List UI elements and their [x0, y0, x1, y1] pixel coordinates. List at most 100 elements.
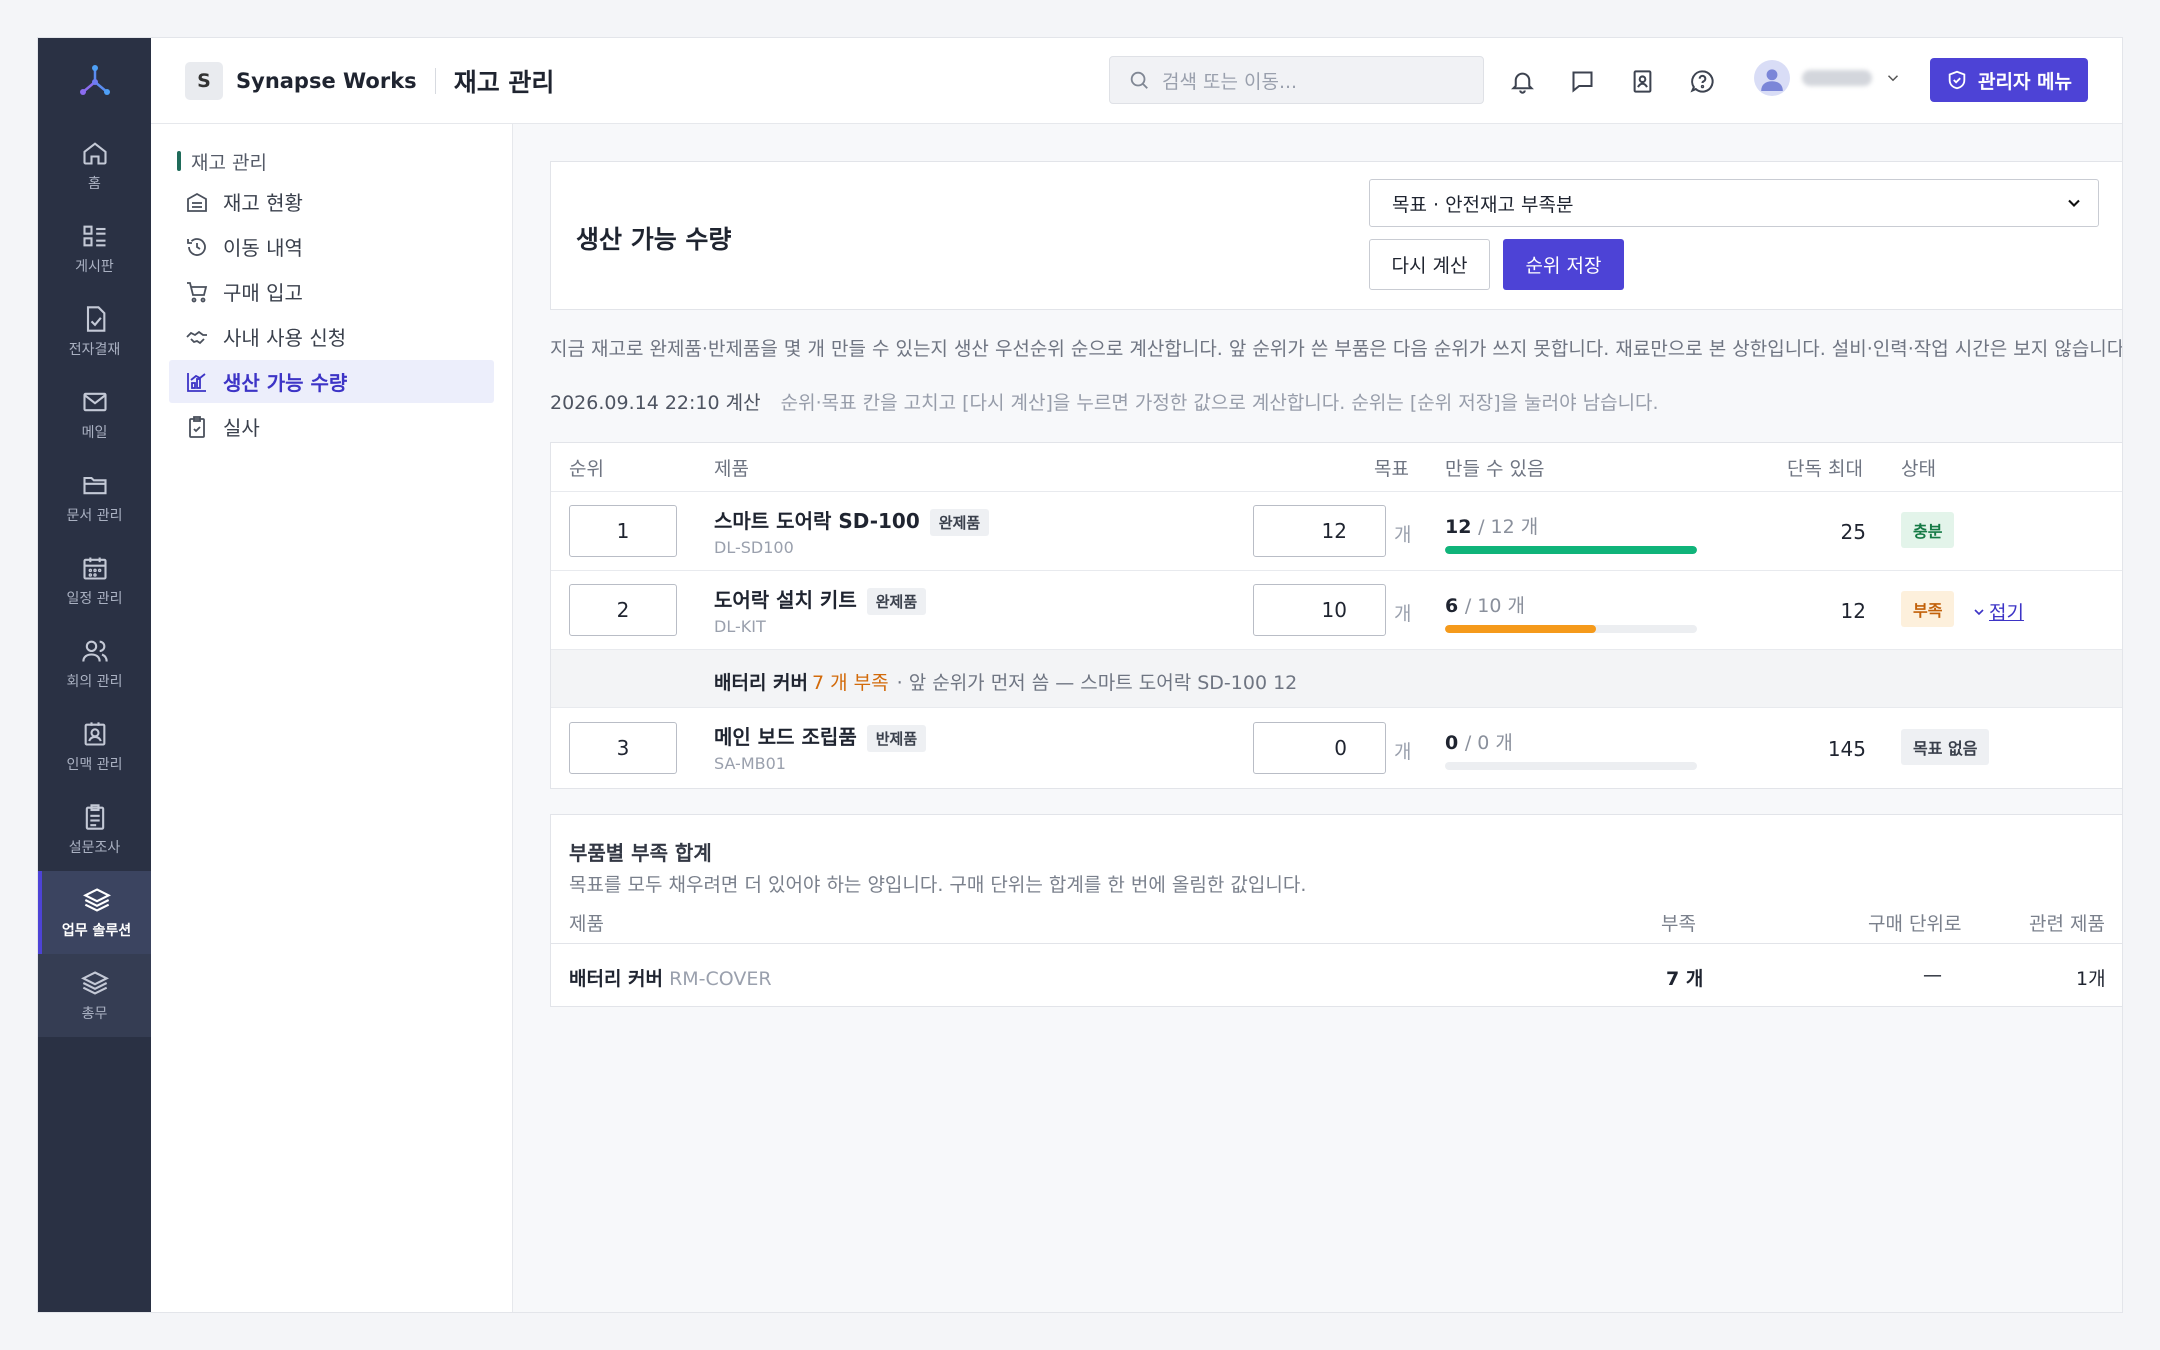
- table-row: 3 메인 보드 조립품 반제품 SA-MB01 0 개 0 / 0 개 145 목…: [551, 707, 2122, 789]
- summary-title: 부품별 부족 합계: [569, 841, 712, 865]
- subnav-item-producible-quantity[interactable]: 생산 가능 수량: [169, 360, 494, 403]
- inventory-subnav: 재고 관리 재고 현황 이동 내역 구매 입고 사내 사용 신청 생산 가능 수…: [151, 124, 513, 1312]
- summary-purchase-value: —: [1923, 964, 1942, 986]
- nav-item-label: 메일: [81, 424, 108, 441]
- admin-menu-button[interactable]: 관리자 메뉴: [1929, 58, 2088, 102]
- status-badge: 부족: [1901, 591, 1955, 627]
- target-unit: 개: [1394, 524, 1412, 546]
- summary-header-related: 관련 제품: [2029, 913, 2105, 935]
- status-badge: 목표 없음: [1901, 729, 1990, 765]
- main-nav-rail: 홈 게시판 전자결재 메일 문서 관리 일정 관리 회의 관리 인맥 관리 설문…: [38, 38, 151, 1312]
- product-name: 스마트 도어락 SD-100 완제품: [714, 505, 990, 536]
- chevron-down-icon: [1974, 608, 1984, 615]
- producible-table: 순위 제품 목표 만들 수 있음 단독 최대 상태 1 스마트 도어락 SD-1…: [550, 442, 2122, 789]
- summary-part-name: 배터리 커버: [569, 968, 664, 990]
- app-logo-icon: [79, 65, 110, 95]
- cart-icon: [187, 281, 208, 302]
- page-description: 지금 재고로 완제품·반제품을 몇 개 만들 수 있는지 생산 우선순위 순으로…: [550, 338, 2123, 360]
- nav-item-approval[interactable]: 전자결재: [38, 290, 151, 373]
- select-value: 목표 · 안전재고 부족분: [1392, 193, 1574, 216]
- subnav-item-stock-status[interactable]: 재고 현황: [169, 180, 494, 223]
- nav-item-mail[interactable]: 메일: [38, 373, 151, 456]
- target-input[interactable]: 10: [1253, 584, 1386, 636]
- progress-fill: [1445, 546, 1697, 554]
- subnav-item-label: 이동 내역: [223, 236, 303, 260]
- contacts-button[interactable]: [1624, 61, 1660, 101]
- nav-item-business-solution[interactable]: 업무 솔루션: [38, 871, 151, 954]
- solo-max-value: 145: [1827, 737, 1866, 761]
- product-type-tag: 반제품: [866, 725, 927, 752]
- contact-icon: [84, 721, 105, 746]
- rank-input[interactable]: 3: [569, 722, 677, 774]
- can-make-count: 0: [1445, 732, 1459, 754]
- shortage-part-name: 배터리 커버: [714, 672, 809, 694]
- calculation-basis-select[interactable]: 목표 · 안전재고 부족분: [1369, 179, 2099, 227]
- nav-item-label: 업무 솔루션: [61, 922, 132, 939]
- product-code: DL-SD100: [714, 538, 794, 557]
- target-unit: 개: [1394, 741, 1412, 763]
- summary-header-short: 부족: [1661, 913, 1696, 935]
- subnav-title-marker: [177, 151, 181, 171]
- messages-button[interactable]: [1564, 61, 1600, 101]
- recalculate-button[interactable]: 다시 계산: [1369, 239, 1490, 290]
- collapse-toggle[interactable]: 접기: [1971, 598, 2024, 625]
- nav-item-meetings[interactable]: 회의 관리: [38, 622, 151, 705]
- target-unit: 개: [1394, 603, 1412, 625]
- can-make-of: / 0 개: [1464, 732, 1513, 754]
- survey-icon: [85, 803, 104, 830]
- subnav-item-internal-use-request[interactable]: 사내 사용 신청: [169, 315, 494, 358]
- subnav-item-movement-history[interactable]: 이동 내역: [169, 225, 494, 268]
- save-rank-button[interactable]: 순위 저장: [1503, 239, 1624, 290]
- can-make-of: / 10 개: [1464, 595, 1525, 617]
- layers-icon: [82, 887, 111, 912]
- shortage-note: · 앞 순위가 먼저 씀 — 스마트 도어락 SD-100 12: [896, 672, 1298, 694]
- column-header-target: 목표: [1374, 458, 1409, 480]
- column-header-can-make: 만들 수 있음: [1445, 458, 1545, 480]
- bell-icon: [1510, 72, 1534, 94]
- table-row: 2 도어락 설치 키트 완제품 DL-KIT 10 개 6 / 10 개 12 부…: [551, 570, 2122, 649]
- solo-max-value: 25: [1840, 520, 1866, 544]
- chart-icon: [187, 372, 206, 392]
- can-make-value: 6 / 10 개: [1445, 591, 1525, 618]
- summary-row: 배터리 커버 RM-COVER 7 개 — 1개: [551, 943, 2122, 1007]
- user-menu[interactable]: [1754, 60, 1902, 96]
- org-name[interactable]: Synapse Works: [236, 69, 417, 93]
- summary-description: 목표를 모두 채우려면 더 있어야 하는 양입니다. 구매 단위는 합계를 한 …: [569, 874, 1307, 896]
- column-header-product: 제품: [714, 458, 749, 480]
- admin-menu-label: 관리자 메뉴: [1977, 70, 2072, 93]
- can-make-count: 12: [1445, 516, 1472, 538]
- producible-header-card: 생산 가능 수량 목표 · 안전재고 부족분 다시 계산 순위 저장: [550, 161, 2122, 310]
- target-input[interactable]: 12: [1253, 505, 1386, 557]
- target-input[interactable]: 0: [1253, 722, 1386, 774]
- nav-item-general-affairs[interactable]: 총무: [38, 954, 151, 1037]
- product-code: SA-MB01: [714, 754, 786, 773]
- calendar-icon: [82, 557, 107, 580]
- can-make-value: 12 / 12 개: [1445, 512, 1538, 539]
- history-icon: [187, 237, 206, 256]
- app-logo[interactable]: [38, 38, 151, 124]
- subnav-item-stocktaking[interactable]: 실사: [169, 405, 494, 448]
- help-button[interactable]: [1684, 61, 1720, 101]
- nav-item-home[interactable]: 홈: [38, 124, 151, 207]
- nav-item-survey[interactable]: 설문조사: [38, 788, 151, 871]
- subnav-item-purchase-receiving[interactable]: 구매 입고: [169, 270, 494, 313]
- top-header: S Synapse Works 재고 관리 검색 또는 이동... 관리자 메뉴: [151, 38, 2122, 124]
- nav-item-schedule[interactable]: 일정 관리: [38, 539, 151, 622]
- nav-item-documents[interactable]: 문서 관리: [38, 456, 151, 539]
- nav-item-contacts[interactable]: 인맥 관리: [38, 705, 151, 788]
- subnav-item-label: 실사: [223, 416, 260, 440]
- nav-item-board[interactable]: 게시판: [38, 207, 151, 290]
- rank-input[interactable]: 1: [569, 505, 677, 557]
- mail-icon: [82, 392, 107, 411]
- chevron-down-icon: [2068, 199, 2080, 207]
- product-name: 도어락 설치 키트 완제품: [714, 584, 927, 615]
- rank-input[interactable]: 2: [569, 584, 677, 636]
- can-make-progress-bar: [1445, 625, 1697, 633]
- board-icon: [82, 225, 105, 246]
- notifications-button[interactable]: [1504, 61, 1540, 101]
- search-input[interactable]: 검색 또는 이동...: [1109, 56, 1484, 104]
- column-header-status: 상태: [1901, 458, 1936, 480]
- user-avatar-icon: [1761, 69, 1783, 91]
- org-badge: S: [185, 61, 223, 100]
- summary-header-part: 제품: [569, 913, 604, 935]
